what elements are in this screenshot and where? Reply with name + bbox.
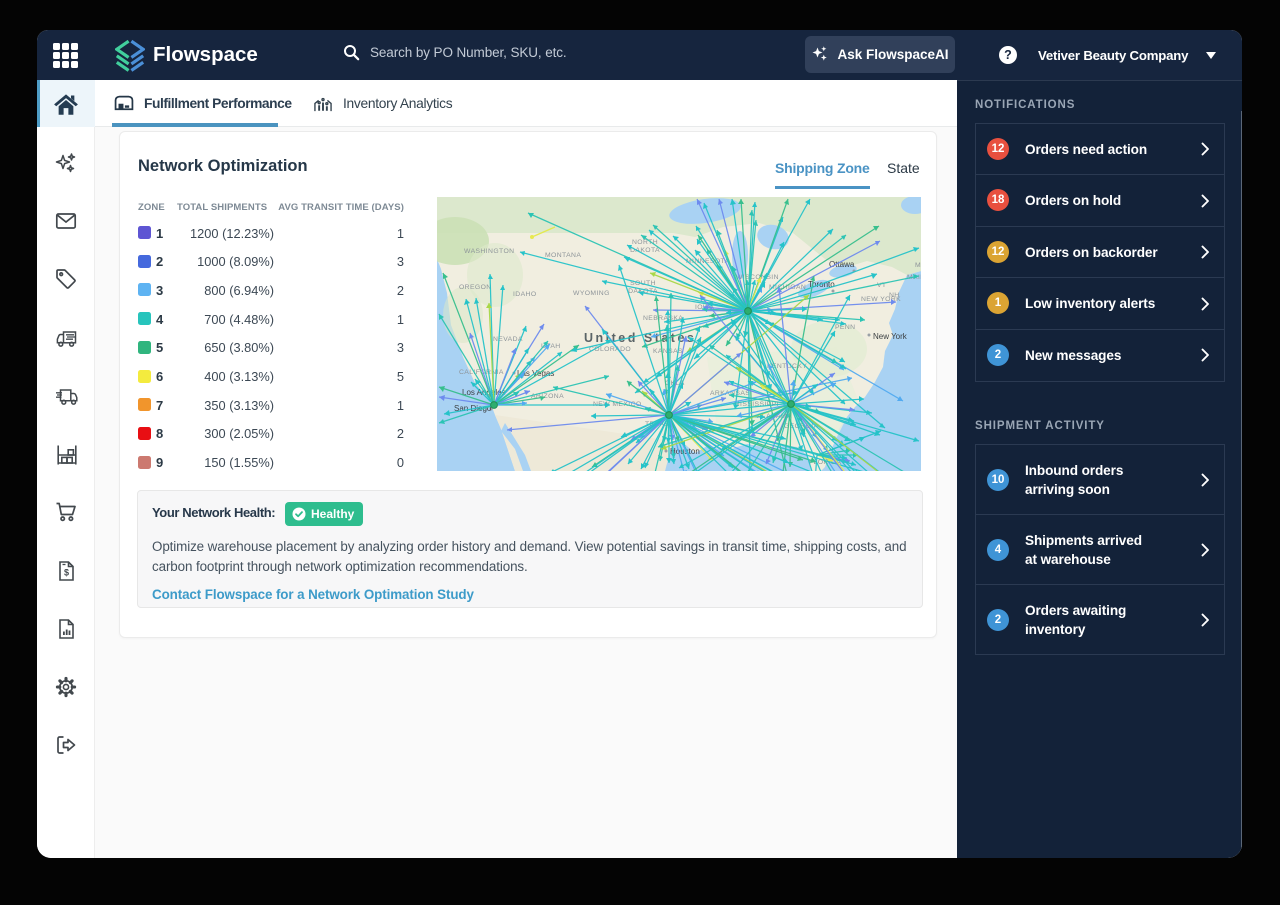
svg-text:WASHINGTON: WASHINGTON <box>464 248 514 255</box>
svg-text:NEBRASKA: NEBRASKA <box>643 315 683 322</box>
svg-text:DAKOTA: DAKOTA <box>630 247 660 254</box>
svg-text:MAINI: MAINI <box>915 262 921 269</box>
svg-text:$: $ <box>64 568 69 578</box>
svg-text:IDAHO: IDAHO <box>513 291 537 298</box>
svg-text:WYOMING: WYOMING <box>573 290 610 297</box>
svg-text:NH: NH <box>889 292 900 299</box>
svg-text:COLORADO: COLORADO <box>589 346 631 353</box>
svg-text:ARKANSAS: ARKANSAS <box>710 390 750 397</box>
svg-text:NEVADA: NEVADA <box>493 336 523 343</box>
svg-text:MONTANA: MONTANA <box>545 252 581 259</box>
svg-text:PENN: PENN <box>835 324 855 331</box>
svg-text:OREGON: OREGON <box>459 284 492 291</box>
svg-text:New York: New York <box>873 332 908 341</box>
